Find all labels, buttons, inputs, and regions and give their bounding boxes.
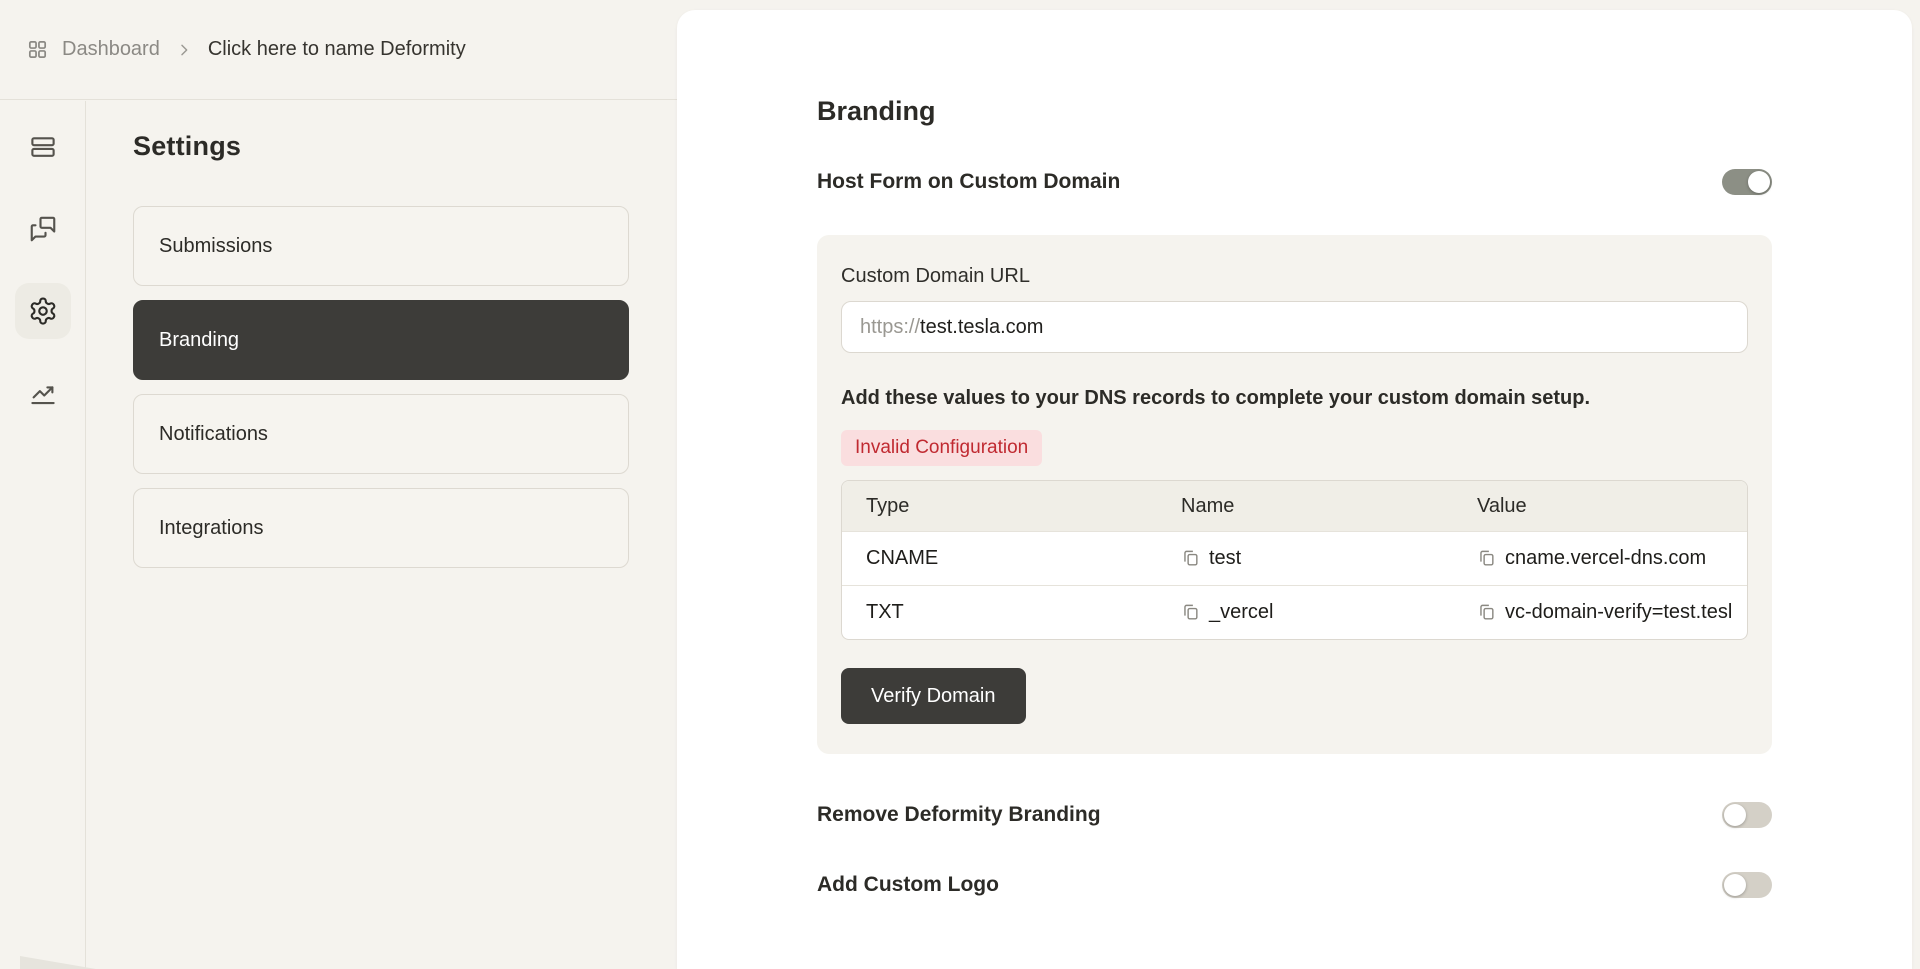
copy-icon[interactable] bbox=[1477, 549, 1496, 568]
record-name-cell: test bbox=[1157, 547, 1453, 570]
sidebar-item-messages[interactable] bbox=[15, 201, 71, 257]
record-name: _vercel bbox=[1209, 601, 1273, 624]
rows-icon bbox=[28, 132, 58, 162]
nav-item-label: Branding bbox=[159, 329, 239, 352]
custom-domain-card: Custom Domain URL https://test.tesla.com… bbox=[817, 235, 1772, 754]
verify-domain-button[interactable]: Verify Domain bbox=[841, 668, 1026, 724]
host-form-toggle[interactable] bbox=[1722, 169, 1772, 195]
host-form-label: Host Form on Custom Domain bbox=[817, 170, 1120, 194]
chevron-right-icon bbox=[176, 42, 192, 58]
record-name: test bbox=[1209, 547, 1241, 570]
host-form-row: Host Form on Custom Domain bbox=[817, 169, 1772, 195]
sidebar-item-analytics[interactable] bbox=[15, 365, 71, 421]
col-header-value: Value bbox=[1453, 495, 1747, 518]
record-value: vc-domain-verify=test.tesl bbox=[1505, 601, 1732, 624]
remove-branding-row: Remove Deformity Branding bbox=[817, 802, 1772, 828]
table-row: CNAME test bbox=[842, 531, 1747, 585]
sidebar-item-forms[interactable] bbox=[15, 119, 71, 175]
nav-item-submissions[interactable]: Submissions bbox=[133, 206, 629, 286]
breadcrumb-form-name[interactable]: Click here to name Deformity bbox=[208, 38, 466, 61]
table-row: TXT _vercel bbox=[842, 585, 1747, 639]
dns-records-table: Type Name Value CNAME bbox=[841, 480, 1748, 640]
copy-icon[interactable] bbox=[1181, 549, 1200, 568]
remove-branding-toggle[interactable] bbox=[1722, 802, 1772, 828]
chart-icon bbox=[28, 378, 58, 408]
record-value-cell: cname.vercel-dns.com bbox=[1453, 547, 1747, 570]
nav-item-label: Integrations bbox=[159, 517, 264, 540]
dns-instruction: Add these values to your DNS records to … bbox=[841, 387, 1748, 410]
copy-icon[interactable] bbox=[1477, 603, 1496, 622]
status-badge: Invalid Configuration bbox=[841, 430, 1042, 466]
table-header-row: Type Name Value bbox=[842, 481, 1747, 531]
sidebar-item-settings[interactable] bbox=[15, 283, 71, 339]
nav-item-notifications[interactable]: Notifications bbox=[133, 394, 629, 474]
app-root: Dashboard Click here to name Deformity bbox=[0, 0, 1920, 969]
settings-panel: Settings Submissions Branding Notificati… bbox=[87, 101, 677, 969]
record-value: cname.vercel-dns.com bbox=[1505, 547, 1706, 570]
url-prefix: https:// bbox=[860, 316, 920, 339]
custom-domain-input[interactable]: https://test.tesla.com bbox=[841, 301, 1748, 353]
record-name-cell: _vercel bbox=[1157, 601, 1453, 624]
branding-main-panel: Branding Host Form on Custom Domain Cust… bbox=[677, 10, 1912, 969]
record-value-cell: vc-domain-verify=test.tesl bbox=[1453, 601, 1747, 624]
settings-title: Settings bbox=[133, 131, 629, 162]
custom-logo-row: Add Custom Logo bbox=[817, 872, 1772, 898]
copy-icon[interactable] bbox=[1181, 603, 1200, 622]
remove-branding-label: Remove Deformity Branding bbox=[817, 803, 1101, 827]
chat-icon bbox=[28, 214, 58, 244]
breadcrumb: Dashboard Click here to name Deformity bbox=[0, 0, 677, 100]
nav-item-label: Notifications bbox=[159, 423, 268, 446]
record-type: CNAME bbox=[842, 547, 1157, 570]
col-header-name: Name bbox=[1157, 495, 1453, 518]
col-header-type: Type bbox=[842, 495, 1157, 518]
gear-icon bbox=[28, 296, 58, 326]
nav-item-integrations[interactable]: Integrations bbox=[133, 488, 629, 568]
custom-logo-label: Add Custom Logo bbox=[817, 873, 999, 897]
url-value: test.tesla.com bbox=[920, 316, 1043, 339]
custom-domain-url-label: Custom Domain URL bbox=[841, 265, 1748, 288]
nav-item-label: Submissions bbox=[159, 235, 272, 258]
dashboard-grid-icon[interactable] bbox=[26, 38, 49, 61]
nav-item-branding[interactable]: Branding bbox=[133, 300, 629, 380]
icon-rail bbox=[0, 101, 86, 969]
page-title: Branding bbox=[817, 96, 1772, 127]
record-type: TXT bbox=[842, 601, 1157, 624]
custom-logo-toggle[interactable] bbox=[1722, 872, 1772, 898]
settings-nav: Submissions Branding Notifications Integ… bbox=[133, 206, 629, 568]
breadcrumb-dashboard-link[interactable]: Dashboard bbox=[62, 38, 160, 61]
